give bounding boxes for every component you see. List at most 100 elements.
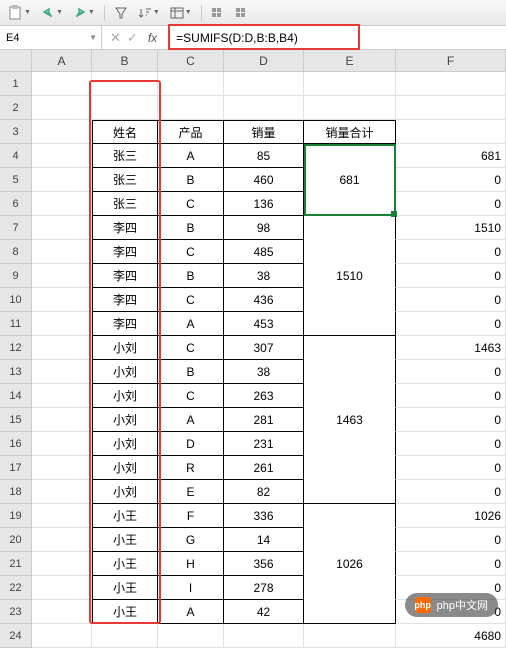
cell[interactable]: 小刘 — [92, 360, 158, 384]
name-box[interactable]: E4 ▼ — [0, 26, 102, 49]
row-header[interactable]: 22 — [0, 576, 32, 600]
cell[interactable] — [32, 600, 92, 624]
cell[interactable]: 0 — [396, 240, 506, 264]
row-header[interactable]: 12 — [0, 336, 32, 360]
cell[interactable]: 0 — [396, 360, 506, 384]
cell[interactable]: 小刘 — [92, 336, 158, 360]
cell[interactable]: C — [158, 192, 224, 216]
cell[interactable]: 231 — [224, 432, 304, 456]
more-button-2[interactable] — [232, 4, 252, 22]
col-header-B[interactable]: B — [92, 50, 158, 71]
cell[interactable]: F — [158, 504, 224, 528]
paste-button[interactable]: ▼ — [4, 3, 34, 23]
cell[interactable] — [224, 72, 304, 96]
cell[interactable] — [304, 600, 396, 624]
cell[interactable] — [396, 72, 506, 96]
cell[interactable]: 1510 — [304, 264, 396, 288]
cell[interactable]: 460 — [224, 168, 304, 192]
cell[interactable] — [32, 576, 92, 600]
cell[interactable]: 85 — [224, 144, 304, 168]
cell[interactable]: 263 — [224, 384, 304, 408]
row-header[interactable]: 11 — [0, 312, 32, 336]
cell[interactable]: 485 — [224, 240, 304, 264]
cell[interactable]: 销量合计 — [304, 120, 396, 144]
cell[interactable] — [32, 408, 92, 432]
cell[interactable]: 14 — [224, 528, 304, 552]
cell[interactable]: 张三 — [92, 144, 158, 168]
cell[interactable]: 小刘 — [92, 384, 158, 408]
redo-button[interactable]: ▼ — [70, 4, 98, 22]
cell[interactable] — [304, 216, 396, 240]
cell[interactable]: E — [158, 480, 224, 504]
row-header[interactable]: 7 — [0, 216, 32, 240]
cell[interactable]: 0 — [396, 192, 506, 216]
cell[interactable]: 38 — [224, 360, 304, 384]
cancel-icon[interactable]: ✕ — [110, 30, 121, 46]
cell[interactable]: B — [158, 216, 224, 240]
cell[interactable]: 小刘 — [92, 432, 158, 456]
row-header[interactable]: 1 — [0, 72, 32, 96]
cell[interactable]: 681 — [304, 168, 396, 192]
cell[interactable] — [92, 624, 158, 648]
cell[interactable] — [304, 312, 396, 336]
cell[interactable]: 小王 — [92, 600, 158, 624]
cell[interactable] — [304, 288, 396, 312]
undo-button[interactable]: ▼ — [38, 4, 66, 22]
cell[interactable]: 张三 — [92, 192, 158, 216]
cell[interactable] — [304, 624, 396, 648]
cell[interactable]: 136 — [224, 192, 304, 216]
cell[interactable]: 336 — [224, 504, 304, 528]
row-header[interactable]: 15 — [0, 408, 32, 432]
cell[interactable]: 李四 — [92, 240, 158, 264]
row-header[interactable]: 5 — [0, 168, 32, 192]
cell[interactable] — [304, 336, 396, 360]
cell[interactable]: 0 — [396, 168, 506, 192]
cell[interactable] — [32, 480, 92, 504]
row-header[interactable]: 20 — [0, 528, 32, 552]
cell[interactable] — [396, 96, 506, 120]
cell[interactable]: 1463 — [304, 408, 396, 432]
cell[interactable] — [304, 72, 396, 96]
cell[interactable] — [32, 528, 92, 552]
cell[interactable] — [304, 480, 396, 504]
cell[interactable]: 小王 — [92, 528, 158, 552]
cell[interactable]: 产品 — [158, 120, 224, 144]
cell[interactable] — [92, 96, 158, 120]
row-header[interactable]: 24 — [0, 624, 32, 648]
cell[interactable]: 销量 — [224, 120, 304, 144]
row-header[interactable]: 16 — [0, 432, 32, 456]
row-header[interactable]: 18 — [0, 480, 32, 504]
cell[interactable] — [32, 288, 92, 312]
cell[interactable]: A — [158, 312, 224, 336]
cell[interactable]: 42 — [224, 600, 304, 624]
cell[interactable] — [32, 96, 92, 120]
row-header[interactable]: 9 — [0, 264, 32, 288]
cell[interactable] — [32, 552, 92, 576]
row-header[interactable]: 17 — [0, 456, 32, 480]
cell[interactable]: 李四 — [92, 216, 158, 240]
cell[interactable] — [92, 72, 158, 96]
cell[interactable] — [32, 168, 92, 192]
col-header-F[interactable]: F — [396, 50, 506, 71]
cell[interactable]: 0 — [396, 528, 506, 552]
cell[interactable]: 0 — [396, 480, 506, 504]
cell[interactable] — [32, 336, 92, 360]
cell[interactable]: 0 — [396, 408, 506, 432]
cell[interactable]: 小王 — [92, 504, 158, 528]
cell[interactable]: C — [158, 384, 224, 408]
cell[interactable]: 453 — [224, 312, 304, 336]
cell[interactable]: H — [158, 552, 224, 576]
cell[interactable]: 436 — [224, 288, 304, 312]
cell[interactable] — [304, 96, 396, 120]
cell[interactable] — [158, 72, 224, 96]
cell[interactable] — [32, 216, 92, 240]
cell[interactable]: 张三 — [92, 168, 158, 192]
more-button-1[interactable] — [208, 4, 228, 22]
cell[interactable]: 0 — [396, 384, 506, 408]
cell[interactable] — [304, 576, 396, 600]
cell[interactable] — [32, 456, 92, 480]
cell[interactable]: 4680 — [396, 624, 506, 648]
cell[interactable]: B — [158, 168, 224, 192]
row-header[interactable]: 4 — [0, 144, 32, 168]
cell[interactable] — [158, 96, 224, 120]
